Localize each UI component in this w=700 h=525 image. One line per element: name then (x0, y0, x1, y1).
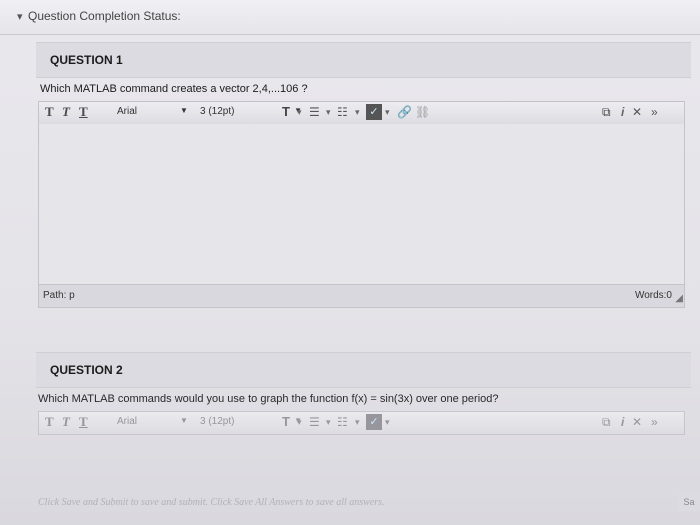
question-2-header: QUESTION 2 (36, 352, 691, 388)
italic-t-button[interactable]: T (62, 104, 70, 120)
spellcheck-dropdown-icon[interactable]: ▾ (385, 107, 390, 118)
underline-t-button[interactable]: T (79, 414, 88, 430)
insert-link-icon[interactable]: 🔗 (397, 105, 412, 119)
bold-t-button[interactable]: T (45, 104, 54, 120)
preview-icon[interactable]: ⧉ (602, 415, 611, 430)
text-color-dropdown-icon[interactable]: ▾ (297, 107, 302, 118)
bold-t-button[interactable]: T (45, 414, 54, 430)
info-icon[interactable]: i (621, 105, 624, 119)
resize-grip-icon[interactable]: ◢ (675, 293, 683, 304)
completion-status-label[interactable]: Question Completion Status: (28, 9, 181, 23)
save-button[interactable]: Sa (678, 493, 700, 511)
font-family-value: Arial (117, 106, 138, 117)
unlink-icon[interactable]: ⛓ (415, 105, 430, 119)
font-family-value: Arial (117, 416, 138, 427)
numbered-list-dropdown-icon[interactable]: ▾ (355, 417, 360, 428)
close-icon[interactable]: ✕ (632, 415, 642, 429)
question-1-editor-toolbar: T T T Arial ▼ 3 (12pt) ▼ T ▾ ☰ ▾ ☷ ▾ ✓ ▾… (38, 101, 685, 125)
expand-toolbar-icon[interactable]: » (651, 415, 658, 429)
text-color-button[interactable]: T (282, 104, 290, 119)
font-size-value: 3 (12pt) (200, 416, 235, 427)
spellcheck-icon[interactable]: ✓ (366, 104, 382, 120)
question-1-header: QUESTION 1 (36, 42, 691, 78)
numbered-list-dropdown-icon[interactable]: ▾ (355, 107, 360, 118)
italic-t-button[interactable]: T (62, 414, 70, 430)
bullet-list-icon[interactable]: ☰ (309, 105, 320, 119)
question-2-text: Which MATLAB commands would you use to g… (38, 393, 499, 405)
bullet-list-dropdown-icon[interactable]: ▾ (326, 417, 331, 428)
path-label: Path: p (43, 290, 75, 301)
bullet-list-icon[interactable]: ☰ (309, 415, 320, 429)
expand-toolbar-icon[interactable]: » (651, 105, 658, 119)
question-2-editor-toolbar: T T T Arial ▼ 3 (12pt) ▼ T ▾ ☰ ▾ ☷ ▾ ✓ ▾… (38, 411, 685, 435)
question-2-title: QUESTION 2 (50, 363, 123, 377)
question-1-title: QUESTION 1 (50, 53, 123, 67)
close-icon[interactable]: ✕ (632, 105, 642, 119)
question-1-path-bar: Path: p Words:0 ◢ (38, 284, 685, 308)
preview-icon[interactable]: ⧉ (602, 105, 611, 120)
text-color-dropdown-icon[interactable]: ▾ (297, 417, 302, 428)
collapse-toggle-icon[interactable]: ▾ (17, 10, 23, 23)
spellcheck-dropdown-icon[interactable]: ▾ (385, 417, 390, 428)
text-color-button[interactable]: T (282, 414, 290, 429)
completion-status-bar: ▾ Question Completion Status: (0, 0, 700, 35)
save-instructions: Click Save and Submit to save and submit… (38, 497, 385, 508)
underline-t-button[interactable]: T (79, 104, 88, 120)
word-count: Words:0 (634, 290, 672, 301)
font-size-value: 3 (12pt) (200, 106, 235, 117)
numbered-list-icon[interactable]: ☷ (337, 105, 348, 119)
question-1-answer-editor[interactable] (38, 124, 685, 284)
question-1-text: Which MATLAB command creates a vector 2,… (40, 83, 308, 95)
font-dropdown-arrow-icon[interactable]: ▼ (180, 106, 188, 115)
numbered-list-icon[interactable]: ☷ (337, 415, 348, 429)
spellcheck-icon[interactable]: ✓ (366, 414, 382, 430)
font-dropdown-arrow-icon[interactable]: ▼ (180, 416, 188, 425)
bullet-list-dropdown-icon[interactable]: ▾ (326, 107, 331, 118)
info-icon[interactable]: i (621, 415, 624, 429)
